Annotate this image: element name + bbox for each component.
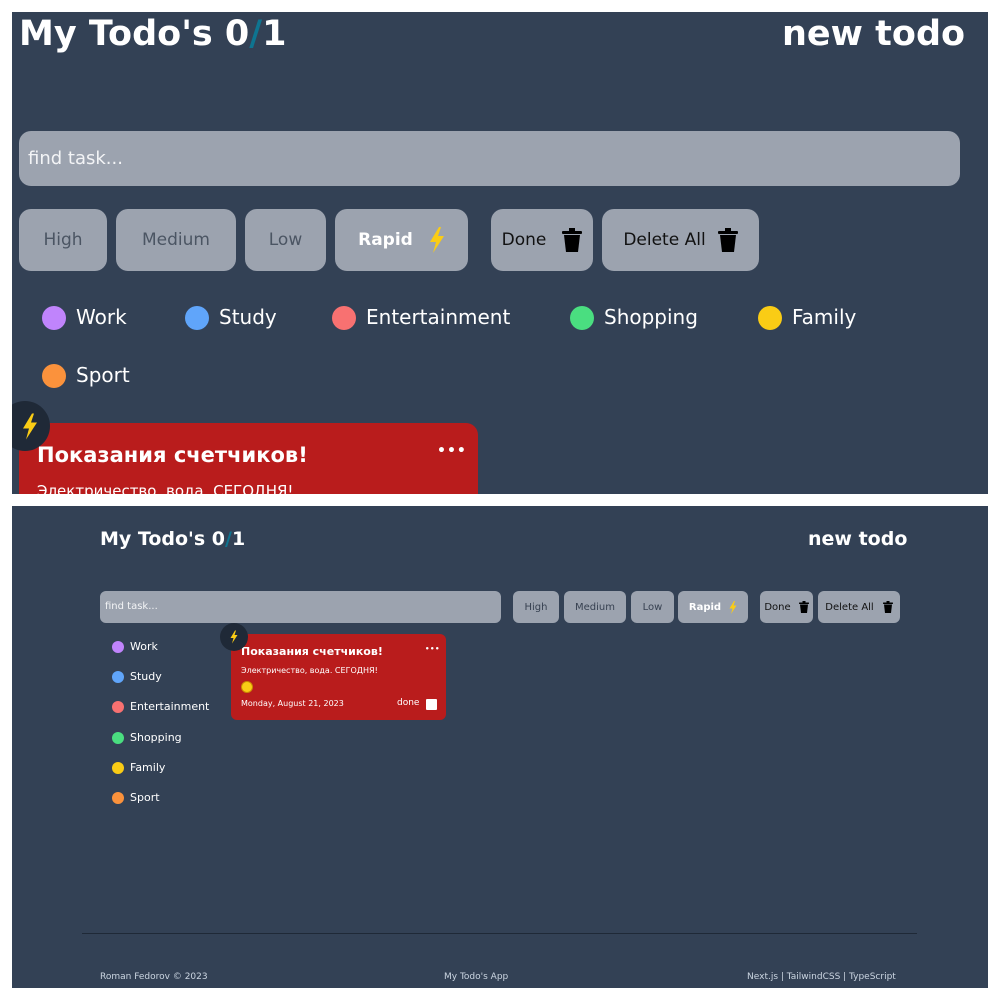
done-checkbox[interactable]: [426, 699, 437, 710]
category-study[interactable]: Study: [219, 305, 277, 329]
todo-title: Показания счетчиков!: [37, 443, 308, 467]
filter-medium-button[interactable]: Medium: [116, 209, 236, 271]
study-color-dot: [185, 306, 209, 330]
mobile-view: My Todo's 0/1 new todo find task... High…: [12, 12, 988, 494]
todo-description: Электричество, вода. СЕГОДНЯ!: [241, 666, 378, 675]
new-todo-button[interactable]: new todo: [782, 14, 965, 54]
family-color-dot: [758, 306, 782, 330]
trash-icon: [798, 601, 809, 613]
todo-date: Monday, August 21, 2023: [241, 699, 344, 708]
trash-icon: [562, 228, 583, 252]
family-color-dot: [112, 762, 124, 774]
todo-title: Показания счетчиков!: [241, 645, 383, 658]
entertainment-color-dot: [332, 306, 356, 330]
filter-rapid-button[interactable]: Rapid: [335, 209, 468, 271]
work-color-dot: [112, 641, 124, 653]
done-button[interactable]: Done: [760, 591, 813, 623]
search-input[interactable]: find task...: [100, 591, 501, 623]
lightning-icon: [22, 413, 38, 440]
desktop-view: My Todo's 0/1 new todo find task... High…: [12, 506, 988, 988]
todo-card[interactable]: Показания счетчиков! ••• Электричество, …: [19, 423, 478, 494]
study-color-dot: [112, 671, 124, 683]
category-sport[interactable]: Sport: [130, 791, 160, 804]
sport-color-dot: [112, 792, 124, 804]
footer-author: Roman Fedorov © 2023: [100, 972, 208, 982]
sport-color-dot: [42, 364, 66, 388]
delete-all-button[interactable]: Delete All: [602, 209, 759, 271]
category-study[interactable]: Study: [130, 670, 162, 683]
filter-medium-button[interactable]: Medium: [564, 591, 626, 623]
done-label: done: [397, 698, 420, 708]
done-button[interactable]: Done: [491, 209, 593, 271]
search-placeholder: find task...: [28, 148, 123, 169]
todo-description: Электричество, вода. СЕГОДНЯ!: [37, 482, 294, 494]
search-input[interactable]: find task...: [19, 131, 960, 186]
todo-menu-button[interactable]: •••: [425, 645, 440, 653]
title-separator: /: [225, 528, 232, 550]
footer-divider: [82, 933, 917, 934]
footer-app-name: My Todo's App: [444, 972, 509, 982]
lightning-icon: [230, 630, 238, 644]
new-todo-button[interactable]: new todo: [808, 528, 907, 550]
rapid-badge: [220, 623, 248, 651]
filter-rapid-button[interactable]: Rapid: [678, 591, 748, 623]
category-shopping[interactable]: Shopping: [604, 305, 698, 329]
trash-icon: [717, 228, 738, 252]
filter-low-button[interactable]: Low: [631, 591, 674, 623]
category-work[interactable]: Work: [76, 305, 127, 329]
todo-menu-button[interactable]: •••: [437, 443, 467, 459]
category-shopping[interactable]: Shopping: [130, 731, 182, 744]
category-entertainment[interactable]: Entertainment: [130, 700, 209, 713]
todo-card[interactable]: Показания счетчиков! ••• Электричество, …: [231, 634, 446, 720]
delete-all-button[interactable]: Delete All: [818, 591, 900, 623]
shopping-color-dot: [112, 732, 124, 744]
shopping-color-dot: [570, 306, 594, 330]
trash-icon: [882, 601, 893, 613]
lightning-icon: [429, 227, 445, 253]
filter-high-button[interactable]: High: [19, 209, 107, 271]
filter-high-button[interactable]: High: [513, 591, 559, 623]
filter-low-button[interactable]: Low: [245, 209, 326, 271]
family-category-dot: [241, 681, 253, 693]
app-title: My Todo's 0/1: [100, 528, 246, 550]
category-work[interactable]: Work: [130, 640, 158, 653]
category-sport[interactable]: Sport: [76, 363, 130, 387]
entertainment-color-dot: [112, 701, 124, 713]
title-separator: /: [249, 14, 263, 54]
category-family[interactable]: Family: [130, 761, 165, 774]
category-family[interactable]: Family: [792, 305, 856, 329]
category-entertainment[interactable]: Entertainment: [366, 305, 510, 329]
search-placeholder: find task...: [105, 601, 158, 612]
app-title: My Todo's 0/1: [19, 14, 287, 54]
footer-tech-stack: Next.js | TailwindCSS | TypeScript: [747, 972, 896, 982]
lightning-icon: [729, 600, 737, 614]
work-color-dot: [42, 306, 66, 330]
